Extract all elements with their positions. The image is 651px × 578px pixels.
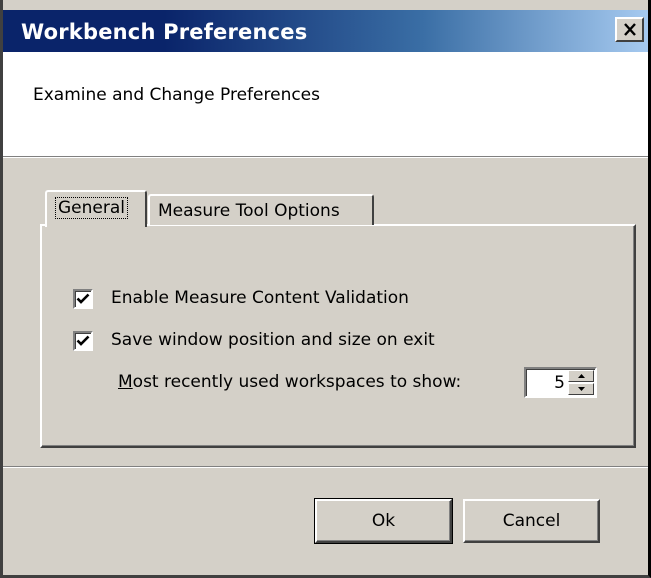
save-window-position-checkbox[interactable]	[73, 331, 93, 351]
footer-divider-highlight	[3, 467, 648, 468]
arrow-up-icon	[577, 374, 585, 378]
close-button[interactable]	[615, 17, 644, 42]
save-window-position-label[interactable]: Save window position and size on exit	[111, 330, 435, 350]
enable-validation-checkbox[interactable]	[73, 289, 93, 309]
ok-button[interactable]: Ok	[314, 498, 453, 544]
header-description: Examine and Change Preferences	[33, 85, 320, 105]
mru-count-value[interactable]: 5	[554, 373, 565, 393]
cancel-button[interactable]: Cancel	[463, 499, 600, 543]
title-bar[interactable]: Workbench Preferences	[3, 10, 648, 52]
header-divider	[3, 157, 648, 158]
spinner-down-button[interactable]	[568, 383, 594, 395]
preferences-dialog: Workbench Preferences Examine and Change…	[0, 0, 651, 578]
mru-mnemonic: M	[118, 372, 133, 392]
mru-label-text: ost recently used workspaces to show:	[132, 372, 462, 392]
checkmark-icon	[76, 335, 90, 346]
spinner-buttons	[568, 370, 594, 395]
enable-validation-label[interactable]: Enable Measure Content Validation	[111, 288, 409, 308]
window-title: Workbench Preferences	[21, 20, 308, 44]
close-x-icon	[623, 23, 636, 36]
tab-general[interactable]: General	[45, 190, 147, 227]
tab-general-label: General	[55, 197, 128, 219]
checkmark-icon	[76, 293, 90, 304]
spinner-up-button[interactable]	[568, 370, 594, 382]
mru-count-spinner[interactable]: 5	[524, 367, 597, 398]
mru-workspaces-label: Most recently used workspaces to show:	[118, 372, 461, 392]
tab-measure-label: Measure Tool Options	[158, 201, 340, 221]
arrow-down-icon	[577, 387, 585, 391]
tab-measure-tool-options[interactable]: Measure Tool Options	[148, 194, 374, 225]
dialog-header: Examine and Change Preferences	[3, 52, 648, 157]
